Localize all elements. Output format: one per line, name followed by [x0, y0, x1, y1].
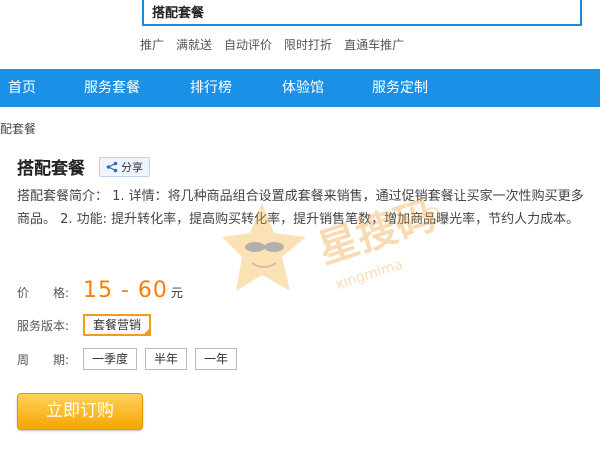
share-icon: [106, 161, 118, 172]
version-option-package-marketing[interactable]: 套餐营销: [83, 314, 152, 336]
price-row: 价 格: 15 - 60 元: [17, 278, 183, 303]
buy-now-button[interactable]: 立即订购: [17, 393, 143, 430]
product-header: 搭配套餐 分享: [17, 154, 150, 179]
search-input[interactable]: [152, 1, 572, 21]
nav-home[interactable]: 首页: [8, 69, 36, 107]
period-option-one-year[interactable]: 一年: [195, 348, 238, 370]
product-title: 搭配套餐: [17, 159, 85, 179]
price-value: 15 - 60: [83, 278, 168, 303]
hot-link-through-train[interactable]: 直通车推广: [344, 36, 404, 53]
share-label: 分享: [121, 160, 143, 174]
period-label: 周 期:: [17, 352, 70, 367]
nav-service-packages[interactable]: 服务套餐: [84, 69, 140, 107]
hot-link-auto-review[interactable]: 自动评价: [224, 36, 272, 53]
version-label: 服务版本:: [17, 318, 70, 333]
product-description: 搭配套餐简介： 1. 详情：将几种商品组合设置成套餐来销售，通过促销套餐让买家一…: [17, 189, 584, 227]
search-area: 推广 满就送 自动评价 限时打折 直通车推广: [0, 0, 600, 68]
hot-links: 推广 满就送 自动评价 限时打折 直通车推广: [140, 36, 404, 53]
nav-custom-service[interactable]: 服务定制: [372, 69, 428, 107]
hot-link-flash-discount[interactable]: 限时打折: [284, 36, 332, 53]
price-unit: 元: [170, 286, 183, 300]
breadcrumb: 配套餐: [0, 122, 37, 136]
period-option-quarter[interactable]: 一季度: [83, 348, 138, 370]
period-option-half-year[interactable]: 半年: [145, 348, 188, 370]
svg-text:xingmima: xingmima: [334, 256, 405, 293]
share-button[interactable]: 分享: [99, 156, 150, 177]
main-nav: 首页 服务套餐 排行榜 体验馆 服务定制: [0, 69, 600, 107]
nav-experience[interactable]: 体验馆: [282, 69, 324, 107]
hot-link-promote[interactable]: 推广: [140, 36, 164, 53]
version-row: 服务版本: 套餐营销: [17, 314, 159, 336]
period-row: 周 期: 一季度 半年 一年: [17, 348, 245, 370]
search-box[interactable]: [142, 0, 582, 26]
nav-rankings[interactable]: 排行榜: [190, 69, 232, 107]
hot-link-full-gift[interactable]: 满就送: [176, 36, 212, 53]
price-label: 价 格:: [17, 286, 70, 300]
